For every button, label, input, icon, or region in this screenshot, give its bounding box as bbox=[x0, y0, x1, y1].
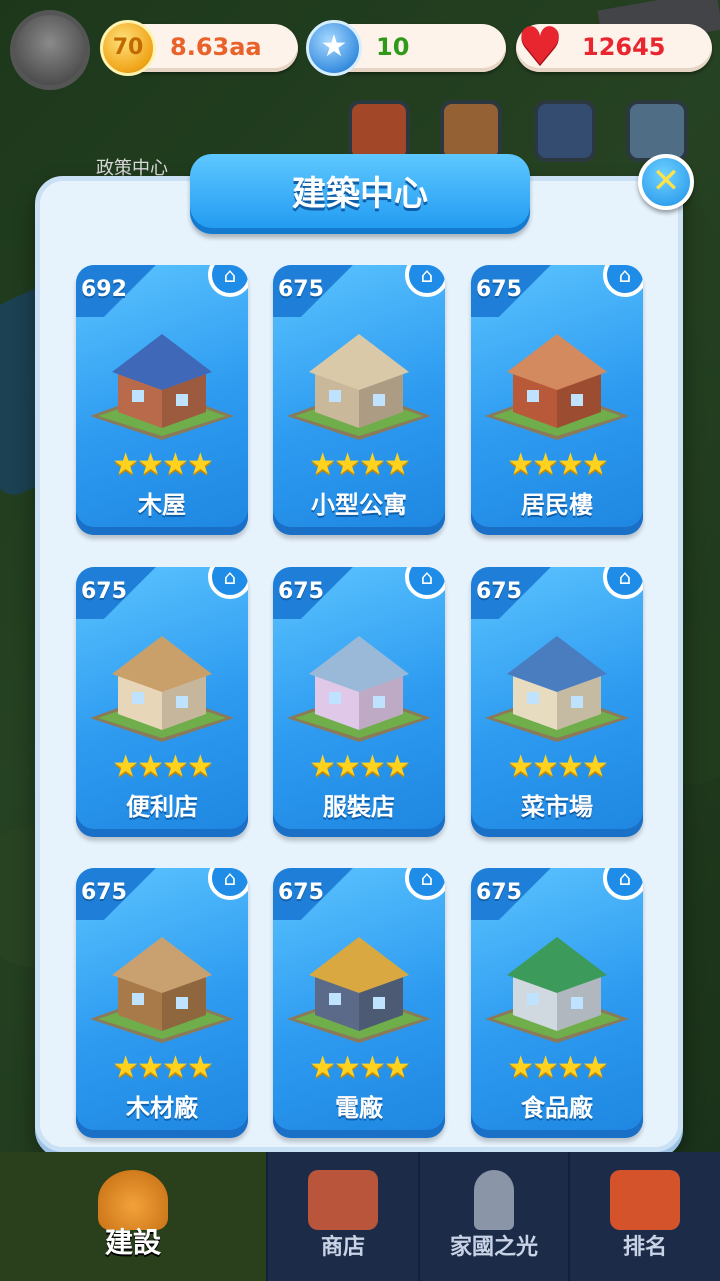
home-icon[interactable]: ⌂ bbox=[603, 265, 643, 297]
star-icon: ★ bbox=[306, 20, 362, 76]
star-rating: ★★★★ bbox=[507, 447, 609, 482]
building-count: 675 bbox=[476, 579, 522, 604]
home-icon[interactable]: ⌂ bbox=[405, 265, 445, 297]
building-name: 便利店 bbox=[126, 793, 198, 821]
nav-build[interactable]: 建設 bbox=[0, 1152, 268, 1281]
star-rating: ★★★★ bbox=[507, 1050, 609, 1085]
nav-label: 商店 bbox=[320, 1235, 365, 1260]
heart-counter: ♥ 12645 bbox=[516, 20, 712, 74]
building-image-clothing-store bbox=[287, 636, 431, 742]
building-name: 木屋 bbox=[138, 491, 186, 519]
building-card-cabin[interactable]: 692 ⌂ ★★★★ 木屋 bbox=[76, 265, 248, 535]
building-name: 服裝店 bbox=[323, 793, 395, 821]
home-icon[interactable]: ⌂ bbox=[208, 567, 248, 599]
building-image-cabin bbox=[90, 334, 234, 440]
building-name: 居民樓 bbox=[521, 491, 593, 519]
building-count: 675 bbox=[81, 880, 127, 905]
heart-value: 12645 bbox=[582, 33, 666, 61]
building-count: 675 bbox=[278, 277, 324, 302]
rocket-icon bbox=[474, 1170, 514, 1230]
coin-icon: 70 bbox=[100, 20, 156, 76]
building-image-power-plant bbox=[287, 937, 431, 1043]
home-icon[interactable]: ⌂ bbox=[405, 567, 445, 599]
factory-icon[interactable] bbox=[626, 100, 688, 162]
building-count: 675 bbox=[278, 880, 324, 905]
ranking-icon bbox=[610, 1170, 680, 1230]
coin-counter: 70 8.63aa bbox=[100, 20, 298, 76]
building-card-market[interactable]: 675 ⌂ ★★★★ 菜市場 bbox=[471, 567, 643, 837]
building-image-food-factory bbox=[485, 937, 629, 1043]
player-avatar[interactable] bbox=[10, 10, 90, 90]
star-rating: ★★★★ bbox=[112, 1050, 214, 1085]
star-rating: ★★★★ bbox=[309, 447, 411, 482]
building-count: 692 bbox=[81, 277, 127, 302]
modal-title: 建築中心 bbox=[190, 154, 530, 234]
handshake-icon[interactable] bbox=[440, 100, 502, 162]
heart-icon: ♥ bbox=[516, 17, 564, 77]
building-name: 食品廠 bbox=[521, 1094, 593, 1122]
nav-label: 建設 bbox=[104, 1226, 161, 1259]
home-icon[interactable]: ⌂ bbox=[208, 265, 248, 297]
building-card-lumber-mill[interactable]: 675 ⌂ ★★★★ 木材廠 bbox=[76, 868, 248, 1138]
close-button[interactable]: ✕ bbox=[638, 154, 694, 210]
nav-shop[interactable]: 商店 bbox=[268, 1152, 420, 1281]
coin-value: 8.63aa bbox=[170, 33, 262, 61]
building-name: 電廠 bbox=[335, 1094, 383, 1122]
liberty-statue-icon[interactable] bbox=[534, 100, 596, 162]
building-card-food-factory[interactable]: 675 ⌂ ★★★★ 食品廠 bbox=[471, 868, 643, 1138]
star-counter: ★ 10 bbox=[306, 20, 506, 76]
star-rating: ★★★★ bbox=[507, 749, 609, 784]
home-icon[interactable]: ⌂ bbox=[603, 868, 643, 900]
event-70-icon[interactable] bbox=[348, 100, 410, 162]
nav-label: 家國之光 bbox=[449, 1235, 538, 1260]
building-name: 小型公寓 bbox=[311, 491, 407, 519]
nav-national-glory[interactable]: 家國之光 bbox=[420, 1152, 570, 1281]
building-name: 木材廠 bbox=[126, 1094, 198, 1122]
building-count: 675 bbox=[476, 277, 522, 302]
star-rating: ★★★★ bbox=[309, 1050, 411, 1085]
home-icon[interactable]: ⌂ bbox=[405, 868, 445, 900]
star-value: 10 bbox=[376, 33, 410, 61]
nav-label: 排名 bbox=[622, 1235, 667, 1260]
home-icon[interactable]: ⌂ bbox=[603, 567, 643, 599]
nav-ranking[interactable]: 排名 bbox=[570, 1152, 720, 1281]
building-image-lumber-mill bbox=[90, 937, 234, 1043]
building-image-residential-tower bbox=[485, 334, 629, 440]
star-rating: ★★★★ bbox=[309, 749, 411, 784]
star-rating: ★★★★ bbox=[112, 749, 214, 784]
building-name: 菜市場 bbox=[521, 793, 593, 821]
building-count: 675 bbox=[278, 579, 324, 604]
building-card-clothing-store[interactable]: 675 ⌂ ★★★★ 服裝店 bbox=[273, 567, 445, 837]
building-card-residential-tower[interactable]: 675 ⌂ ★★★★ 居民樓 bbox=[471, 265, 643, 535]
home-icon[interactable]: ⌂ bbox=[208, 868, 248, 900]
building-image-apartment bbox=[287, 334, 431, 440]
building-card-apartment[interactable]: 675 ⌂ ★★★★ 小型公寓 bbox=[273, 265, 445, 535]
building-count: 675 bbox=[476, 880, 522, 905]
building-card-power-plant[interactable]: 675 ⌂ ★★★★ 電廠 bbox=[273, 868, 445, 1138]
shop-icon bbox=[308, 1170, 378, 1230]
building-count: 675 bbox=[81, 579, 127, 604]
building-image-market bbox=[485, 636, 629, 742]
bottom-nav: 建設 商店 家國之光 排名 bbox=[0, 1152, 720, 1281]
building-card-convenience-store[interactable]: 675 ⌂ ★★★★ 便利店 bbox=[76, 567, 248, 837]
star-rating: ★★★★ bbox=[112, 447, 214, 482]
building-image-convenience-store bbox=[90, 636, 234, 742]
